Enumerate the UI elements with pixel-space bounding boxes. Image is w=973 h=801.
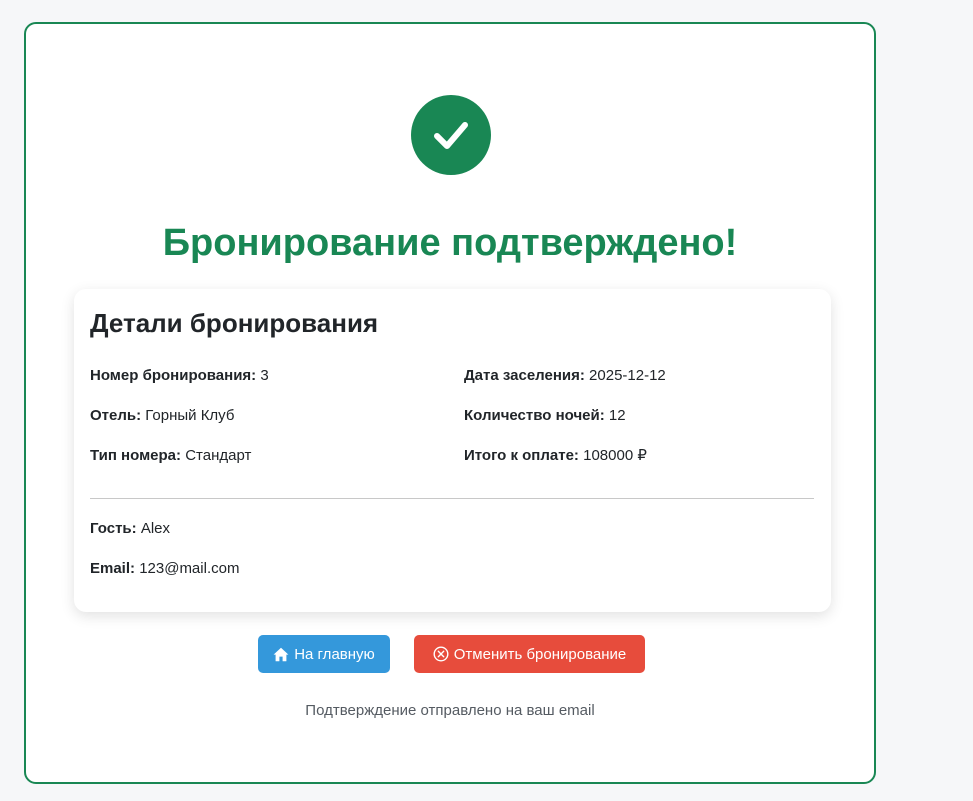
email-value: 123@mail.com (139, 560, 240, 577)
total-value: 108000 ₽ (583, 447, 647, 464)
room-type-value: Стандарт (185, 447, 252, 464)
home-button[interactable]: На главную (258, 635, 390, 673)
nights-field: Количество ночей: 12 (464, 406, 626, 426)
booking-number-value: 3 (260, 367, 269, 384)
cancel-booking-label: Отменить бронирование (453, 645, 627, 663)
confirmation-card: Бронирование подтверждено! Детали бронир… (24, 22, 876, 784)
page-title: Бронирование подтверждено! (162, 222, 738, 264)
email-label: Email: (90, 560, 136, 577)
booking-number-label: Номер бронирования: (90, 367, 257, 384)
guest-label: Гость: (90, 520, 137, 537)
hotel-value: Горный Клуб (145, 407, 235, 424)
checkin-date-value: 2025-12-12 (589, 367, 666, 384)
room-type-field: Тип номера: Стандарт (90, 446, 251, 466)
guest-field: Гость: Alex (90, 519, 170, 539)
hotel-label: Отель: (90, 407, 142, 424)
room-type-label: Тип номера: (90, 447, 182, 464)
house-icon (273, 647, 289, 662)
total-field: Итого к оплате: 108000 ₽ (464, 446, 647, 466)
divider (90, 498, 814, 499)
email-field: Email: 123@mail.com (90, 559, 239, 579)
x-circle-icon (433, 646, 449, 662)
checkin-date-field: Дата заселения: 2025-12-12 (464, 366, 666, 386)
details-heading: Детали бронирования (90, 308, 379, 338)
cancel-booking-button[interactable]: Отменить бронирование (414, 635, 645, 673)
guest-value: Alex (140, 520, 170, 537)
checkin-date-label: Дата заселения: (464, 367, 585, 384)
nights-label: Количество ночей: (464, 407, 605, 424)
home-button-label: На главную (294, 645, 375, 663)
booking-number-field: Номер бронирования: 3 (90, 366, 269, 386)
total-label: Итого к оплате: (464, 447, 579, 464)
nights-value: 12 (608, 407, 626, 424)
hotel-field: Отель: Горный Клуб (90, 406, 234, 426)
confirmation-note: Подтверждение отправлено на ваш email (305, 702, 595, 719)
check-circle-icon (411, 95, 491, 175)
booking-details-panel: Детали бронирования Номер бронирования: … (74, 289, 831, 612)
